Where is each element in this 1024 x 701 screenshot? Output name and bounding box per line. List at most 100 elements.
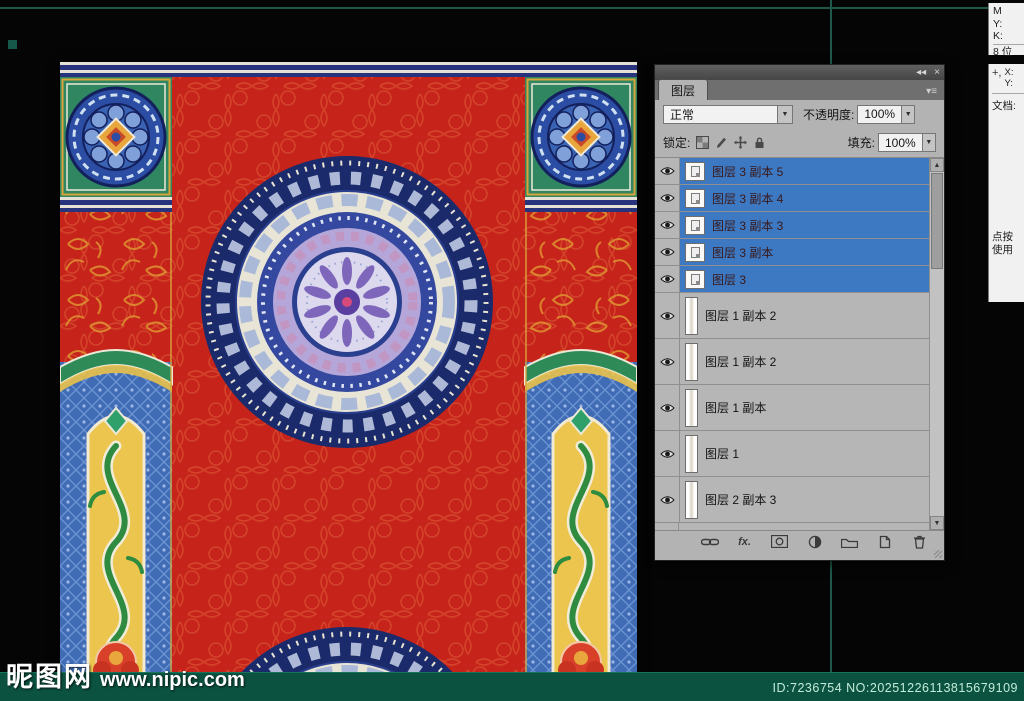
eye-icon [660,403,675,413]
layer-row[interactable]: 图层 1 副本 [655,385,944,431]
new-group-button[interactable] [839,533,861,551]
layer-row[interactable]: 图层 1 副本 2 [655,339,944,385]
visibility-toggle[interactable] [655,431,679,476]
lock-pixels-icon[interactable] [715,136,728,149]
info-line: M [993,5,1024,18]
fill-label: 填充: [848,134,875,151]
visibility-toggle[interactable] [655,293,679,338]
link-layers-button[interactable] [699,533,721,551]
eye-icon [660,220,675,230]
layer-thumbnail[interactable] [685,189,705,208]
lock-all-icon[interactable] [753,136,766,149]
layer-row[interactable]: 图层 1 [655,431,944,477]
new-layer-button[interactable] [874,533,896,551]
visibility-toggle[interactable] [655,477,679,522]
lock-position-icon[interactable] [734,136,747,149]
opacity-field[interactable]: 100% ▼ [857,105,915,124]
artwork-image [60,62,637,701]
layer-name: 图层 1 副本 2 [705,307,776,324]
info-line: Y: [993,18,1024,31]
crosshair-icon: +, [992,67,1001,89]
eye-icon [660,495,675,505]
layer-row[interactable]: 图层 3 [655,266,944,293]
eye-icon [660,166,675,176]
lock-transparency-icon[interactable] [696,136,709,149]
lock-label: 锁定: [663,134,690,151]
lock-fill-row: 锁定: 填充: [655,128,944,158]
layer-mask-button[interactable] [769,533,791,551]
layer-row[interactable]: 图层 2 副本 3 [655,477,944,523]
layer-name: 图层 1 [705,445,739,462]
eye-icon [660,311,675,321]
blend-mode-select[interactable]: 正常 ▼ [663,105,793,124]
chevron-down-icon[interactable]: ▼ [777,106,792,123]
layers-panel-toolbar: fx. [655,530,944,552]
layer-thumbnail[interactable] [685,243,705,262]
visibility-toggle[interactable] [655,239,679,265]
eye-icon [660,357,675,367]
visibility-toggle[interactable] [655,339,679,384]
corner-marker [8,40,17,49]
layer-name: 图层 2 副本 3 [705,491,776,508]
chevron-down-icon[interactable]: ▼ [922,134,935,151]
layer-row[interactable]: 图层 1 副本 2 [655,293,944,339]
image-id-text: ID:7236754 NO:20251226113815679109 [773,681,1018,695]
visibility-toggle[interactable] [655,385,679,430]
info-line: K: [993,30,1024,43]
layers-list: 图层 3 副本 5 图层 3 副本 4 图层 3 副本 3 [655,158,944,530]
layer-style-button[interactable]: fx. [734,533,756,551]
horizontal-guide-line [0,7,1024,9]
coord-x-label: X: [1004,67,1013,78]
fill-value: 100% [879,136,922,150]
panel-menu-icon[interactable]: ▾≡ [919,86,944,100]
close-panel-icon[interactable]: × [934,68,940,78]
layer-thumbnail[interactable] [685,297,698,335]
document-canvas[interactable] [60,62,637,701]
layer-thumbnail[interactable] [685,270,705,289]
watermark-site-url: www.nipic.com [100,669,245,692]
opacity-value: 100% [858,107,901,121]
layer-row[interactable]: 图层 3 副本 [655,239,944,266]
info-panel-partial-side: +, X: Y: 文档: 点按 使用 [988,64,1024,302]
eye-icon [660,247,675,257]
scrollbar-thumb[interactable] [931,173,943,269]
tab-layers[interactable]: 图层 [658,79,708,100]
layer-thumbnail[interactable] [685,162,705,181]
scroll-up-icon[interactable]: ▲ [930,158,944,172]
chevron-down-icon[interactable]: ▼ [901,106,914,123]
hint-line: 使用 [992,244,1024,257]
fill-field[interactable]: 100% ▼ [878,133,936,152]
visibility-toggle[interactable] [655,185,679,211]
layer-name: 图层 3 副本 4 [712,190,783,207]
layer-name: 图层 1 副本 2 [705,353,776,370]
layer-row[interactable]: 图层 3 副本 3 [655,212,944,239]
layer-thumbnail[interactable] [685,435,698,473]
scroll-down-icon[interactable]: ▼ [930,516,944,530]
layer-thumbnail[interactable] [685,216,705,235]
layer-name: 图层 3 [712,271,746,288]
layer-thumbnail[interactable] [685,389,698,427]
visibility-toggle[interactable] [655,158,679,184]
layer-row[interactable]: 图层 3 副本 5 [655,158,944,185]
adjustment-layer-button[interactable] [804,533,826,551]
visibility-toggle[interactable] [655,212,679,238]
panel-tab-row: 图层 ▾≡ [655,80,944,100]
collapse-panel-icon[interactable]: ◂◂ [916,68,926,78]
layer-name: 图层 1 副本 [705,399,766,416]
layer-thumbnail[interactable] [685,343,698,381]
visibility-toggle[interactable] [655,266,679,292]
coord-y-label: Y: [1004,78,1013,89]
opacity-label: 不透明度: [803,106,854,123]
blend-mode-value: 正常 [664,106,777,123]
eye-icon [660,274,675,284]
layer-thumbnail[interactable] [685,481,698,519]
partial-layer-row [655,523,944,530]
info-line: 8 位 [993,46,1024,59]
photoshop-workspace: ◂◂ × 图层 ▾≡ 正常 ▼ 不透明度: 100% ▼ 锁定: [0,0,1024,701]
delete-layer-button[interactable] [909,533,931,551]
info-panel-partial-top: M Y: K: 8 位 [988,3,1024,55]
layers-scrollbar[interactable]: ▲ ▼ [929,158,944,530]
panel-titlebar[interactable]: ◂◂ × [655,65,944,80]
layer-row[interactable]: 图层 3 副本 4 [655,185,944,212]
panel-resize-grip[interactable] [655,552,944,560]
